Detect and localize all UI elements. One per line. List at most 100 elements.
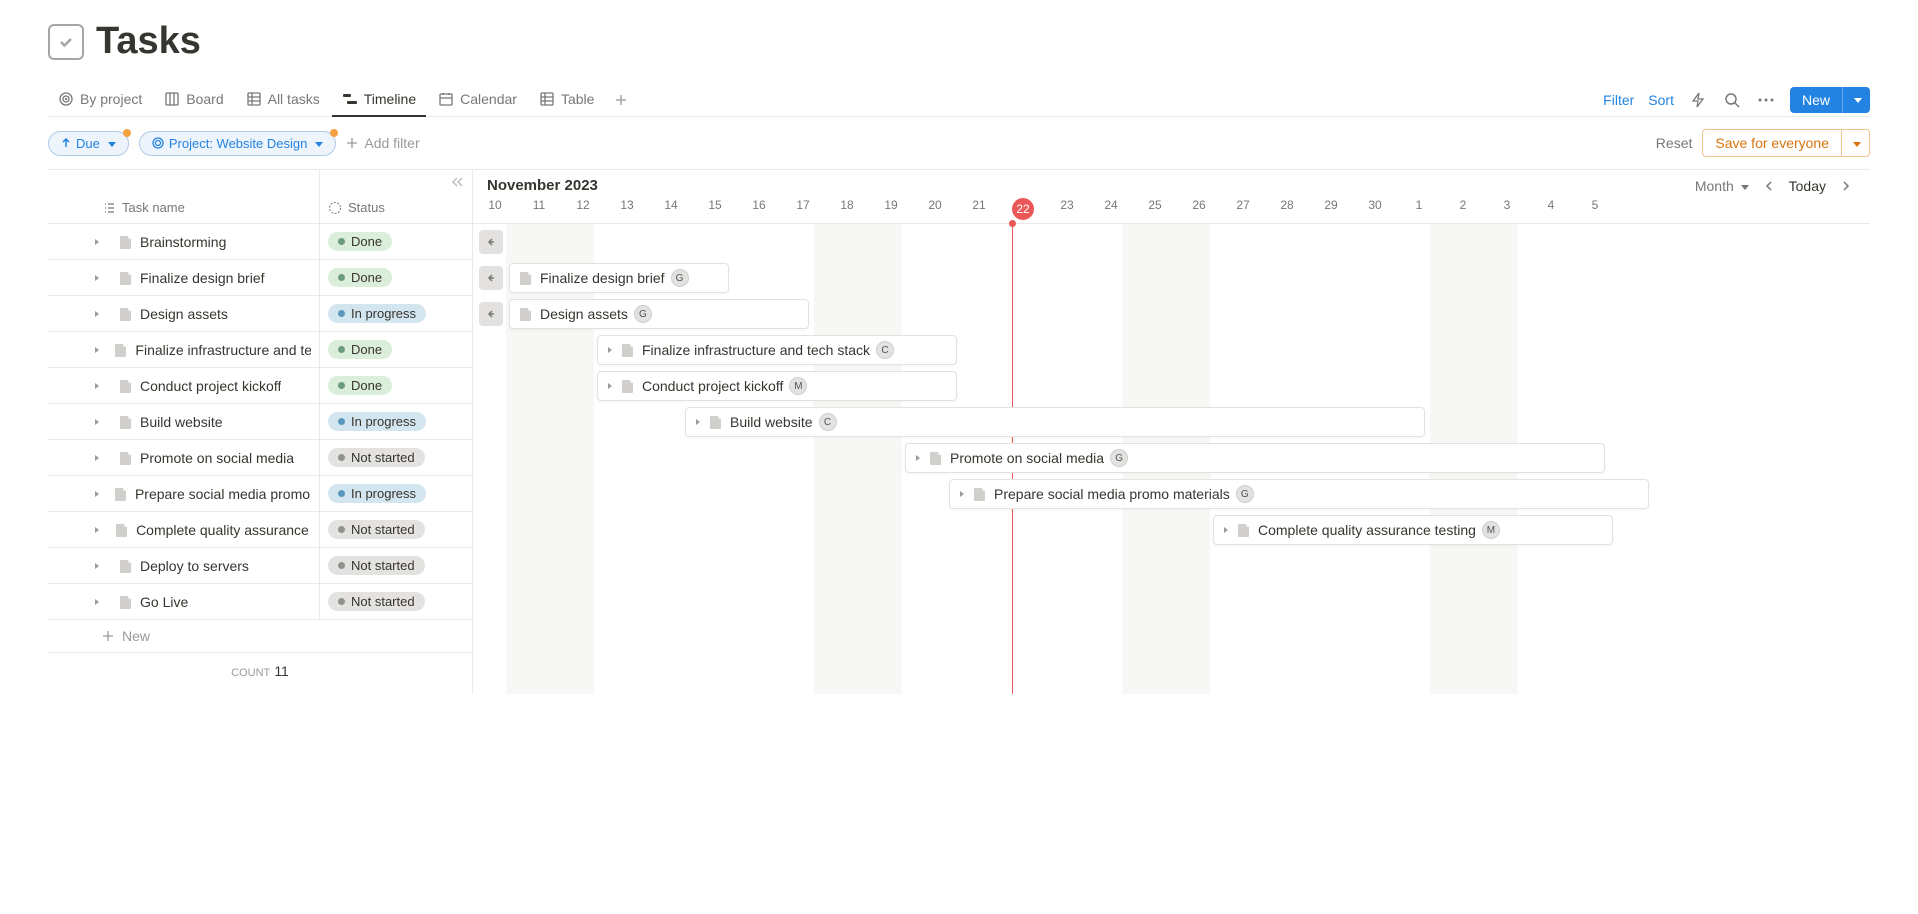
date-header: 16 [737,198,781,223]
task-row[interactable]: Conduct project kickoffDone [48,368,472,404]
expand-icon[interactable] [694,418,702,426]
assignee-avatar: C [819,413,837,431]
today-button[interactable]: Today [1789,178,1826,194]
task-row[interactable]: Build websiteIn progress [48,404,472,440]
date-header: 30 [1353,198,1397,223]
expand-icon[interactable] [92,453,112,463]
task-row[interactable]: Prepare social media promo materialsIn p… [48,476,472,512]
timeline-bar[interactable]: Design assetsG [509,299,809,329]
timeline-bar[interactable]: Complete quality assurance testingM [1213,515,1613,545]
save-caret-button[interactable] [1841,130,1869,156]
task-name: Go Live [140,594,188,610]
status-cell[interactable]: Not started [320,584,472,619]
timeline-bar[interactable]: Build websiteC [685,407,1425,437]
reset-filters-button[interactable]: Reset [1656,135,1693,151]
task-row[interactable]: Finalize infrastructure and tech stack Do… [48,332,472,368]
column-header-taskname[interactable]: Task name [48,170,320,223]
scale-selector[interactable]: Month [1695,178,1749,194]
expand-icon[interactable] [914,454,922,462]
lightning-icon[interactable] [1688,90,1708,110]
status-cell[interactable]: Done [320,224,472,259]
filter-button[interactable]: Filter [1603,92,1634,108]
timeline-row [473,224,1870,260]
status-cell[interactable]: Done [320,368,472,403]
expand-icon[interactable] [958,490,966,498]
expand-icon[interactable] [92,345,107,355]
expand-icon[interactable] [92,417,112,427]
expand-icon[interactable] [92,273,112,283]
status-cell[interactable]: Not started [320,512,472,547]
prev-period-button[interactable] [1759,176,1779,196]
tab-timeline[interactable]: Timeline [332,83,426,117]
search-icon[interactable] [1722,90,1742,110]
assignee-avatar: G [634,305,652,323]
status-cell[interactable]: Done [320,332,472,367]
add-filter-button[interactable]: Add filter [346,135,419,151]
task-name: Brainstorming [140,234,226,250]
timeline-row: Conduct project kickoffM [473,368,1870,404]
timeline-bar[interactable]: Promote on social mediaG [905,443,1605,473]
status-cell[interactable]: Not started [320,440,472,475]
views-tabs-row: By projectBoardAll tasksTimelineCalendar… [48,83,1870,117]
task-row[interactable]: Design assets In progress [48,296,472,332]
save-for-everyone-button[interactable]: Save for everyone [1703,130,1841,156]
expand-icon[interactable] [92,237,112,247]
expand-icon[interactable] [92,597,112,607]
expand-icon[interactable] [92,381,112,391]
scroll-back-button[interactable] [479,230,503,254]
collapse-panel-button[interactable] [450,176,464,188]
sort-button[interactable]: Sort [1648,92,1674,108]
expand-icon[interactable] [92,489,107,499]
bar-label: Prepare social media promo materials [994,486,1230,502]
date-header: 19 [869,198,913,223]
task-row[interactable]: Go Live Not started [48,584,472,620]
task-row[interactable]: Finalize design briefDone [48,260,472,296]
scroll-back-button[interactable] [479,302,503,326]
next-period-button[interactable] [1836,176,1856,196]
timeline-bar[interactable]: Finalize infrastructure and tech stackC [597,335,957,365]
add-view-button[interactable] [604,85,638,115]
task-name: Design assets [140,306,228,322]
expand-icon[interactable] [606,382,614,390]
timeline-bar[interactable]: Prepare social media promo materialsG [949,479,1649,509]
date-header: 10 [473,198,517,223]
tab-calendar[interactable]: Calendar [428,83,527,117]
timeline-month-label: November 2023 [487,177,598,194]
bar-label: Finalize infrastructure and tech stack [642,342,870,358]
today-date-circle: 22 [1012,198,1034,220]
task-row[interactable]: Promote on social mediaNot started [48,440,472,476]
tab-by-project[interactable]: By project [48,83,152,117]
due-filter-chip[interactable]: Due [48,131,129,156]
timeline-bar[interactable]: Conduct project kickoffM [597,371,957,401]
new-task-row[interactable]: New [48,620,472,653]
scroll-back-button[interactable] [479,266,503,290]
date-header: 29 [1309,198,1353,223]
task-row[interactable]: Brainstorming Done [48,224,472,260]
tab-board[interactable]: Board [154,83,233,117]
status-cell[interactable]: Not started [320,548,472,583]
expand-icon[interactable] [1222,526,1230,534]
expand-icon[interactable] [92,309,112,319]
status-cell[interactable]: Done [320,260,472,295]
tab-all-tasks[interactable]: All tasks [236,83,330,117]
date-header: 23 [1045,198,1089,223]
task-name: Finalize infrastructure and tech stack [135,342,311,358]
timeline-bar[interactable]: Finalize design briefG [509,263,729,293]
more-icon[interactable] [1756,90,1776,110]
new-button[interactable]: New [1790,87,1870,113]
filter-changed-indicator [330,129,338,137]
status-cell[interactable]: In progress [320,296,472,331]
tab-table[interactable]: Table [529,83,604,117]
status-cell[interactable]: In progress [320,404,472,439]
date-header: 4 [1529,198,1573,223]
project-filter-chip[interactable]: Project: Website Design [139,131,337,156]
page-title[interactable]: Tasks [96,20,201,63]
task-row[interactable]: Deploy to serversNot started [48,548,472,584]
expand-icon[interactable] [92,561,112,571]
status-cell[interactable]: In progress [320,476,472,511]
expand-icon[interactable] [606,346,614,354]
expand-icon[interactable] [92,525,108,535]
task-row[interactable]: Complete quality assurance testingNot st… [48,512,472,548]
date-header: 17 [781,198,825,223]
new-button-caret[interactable] [1842,87,1870,113]
